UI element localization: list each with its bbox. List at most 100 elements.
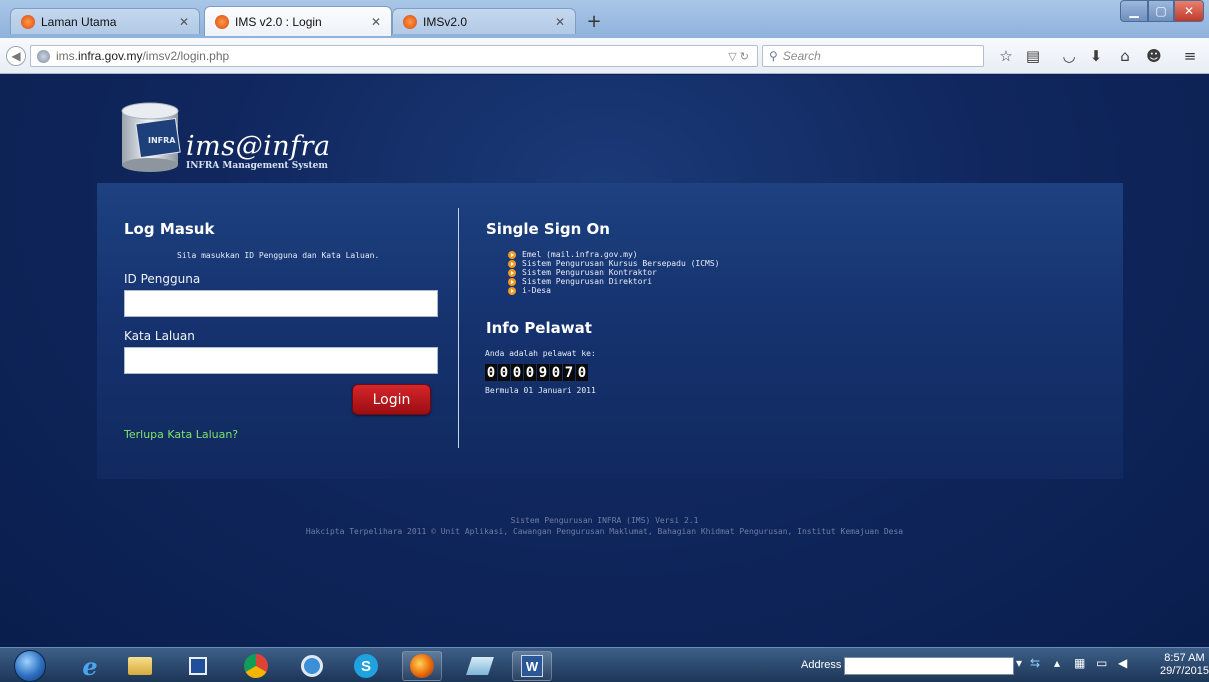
arrow-bullet-icon [508, 250, 516, 259]
tab-ims-login[interactable]: IMS v2.0 : Login ✕ [204, 6, 392, 36]
start-button[interactable] [14, 650, 46, 682]
sso-link-idesa[interactable]: i-Desa [508, 286, 719, 295]
logo-script: ims@infra [186, 131, 331, 162]
clock-time: 8:57 AM [1164, 652, 1205, 664]
visitor-since: Bermula 01 Januari 2011 [485, 386, 596, 395]
database-logo-icon: INFRA [121, 102, 181, 172]
tab-laman-utama[interactable]: Laman Utama ✕ [10, 8, 200, 34]
media-player-icon[interactable] [178, 651, 218, 681]
skype-icon[interactable]: S [346, 651, 386, 681]
counter-digit: 0 [485, 364, 497, 381]
tab-label: IMSv2.0 [423, 14, 468, 29]
sso-link-direktori[interactable]: Sistem Pengurusan Direktori [508, 277, 719, 286]
action-center-icon[interactable]: ▦ [1074, 656, 1085, 670]
file-explorer-icon[interactable] [120, 651, 160, 681]
sso-heading: Single Sign On [486, 220, 610, 238]
downloads-icon[interactable]: ⬇ [1087, 47, 1105, 65]
show-hidden-icons[interactable]: ▴ [1054, 656, 1060, 670]
panel-divider [458, 208, 459, 448]
sso-link-icms[interactable]: Sistem Pengurusan Kursus Bersepadu (ICMS… [508, 259, 719, 268]
url-domain: infra.gov.my [78, 49, 143, 63]
firefox-favicon-icon [21, 14, 35, 29]
sso-link-label: Sistem Pengurusan Kursus Bersepadu (ICMS… [522, 259, 720, 268]
back-button[interactable]: ◀ [6, 46, 26, 66]
password-input[interactable] [124, 347, 438, 374]
site-info-icon[interactable] [37, 49, 50, 63]
arrow-bullet-icon [508, 277, 516, 286]
system-clock[interactable]: 8:57 AM 29/7/2015 [1160, 652, 1209, 678]
menu-icon[interactable]: ≡ [1181, 47, 1199, 65]
bookmark-star-icon[interactable]: ☆ [997, 47, 1015, 65]
search-input[interactable]: ⚲ Search [762, 45, 984, 67]
url-bar[interactable]: ims. infra.gov.my /imsv2/login.php ▽ ↻ [30, 45, 758, 67]
logo-subtitle: INFRA Management System [186, 161, 328, 171]
maximize-button[interactable]: ▢ [1148, 0, 1174, 22]
sso-link-list: Emel (mail.infra.gov.my) Sistem Pengurus… [508, 250, 719, 295]
sso-link-email[interactable]: Emel (mail.infra.gov.my) [508, 250, 719, 259]
sso-link-label: Emel (mail.infra.gov.my) [522, 250, 638, 259]
visitor-counter: 0 0 0 0 9 0 7 0 [485, 364, 588, 381]
clock-date: 29/7/2015 [1160, 665, 1209, 677]
reload-icon[interactable]: ▽ ↻ [728, 50, 749, 63]
password-label: Kata Laluan [124, 329, 195, 343]
firefox-favicon-icon [215, 14, 229, 29]
sso-link-label: i-Desa [522, 286, 551, 295]
network-icon[interactable]: ▭ [1096, 656, 1107, 670]
target-app-icon[interactable] [292, 651, 332, 681]
url-prefix: ims. [56, 49, 78, 63]
sso-link-label: Sistem Pengurusan Kontraktor [522, 268, 657, 277]
login-button[interactable]: Login [352, 384, 431, 415]
arrow-bullet-icon [508, 286, 516, 295]
tab-label: Laman Utama [41, 14, 117, 29]
footer-copyright: Hakcipta Terpelihara 2011 © Unit Aplikas… [305, 527, 904, 536]
close-tab-icon[interactable]: ✕ [371, 15, 381, 29]
arrow-bullet-icon [508, 268, 516, 277]
notes-app-icon[interactable] [460, 651, 500, 681]
close-tab-icon[interactable]: ✕ [555, 15, 565, 29]
sso-link-kontraktor[interactable]: Sistem Pengurusan Kontraktor [508, 268, 719, 277]
counter-digit: 0 [550, 364, 562, 381]
counter-digit: 7 [563, 364, 575, 381]
address-go-icon[interactable]: ⇆ [1030, 656, 1040, 670]
close-tab-icon[interactable]: ✕ [179, 15, 189, 29]
close-window-button[interactable]: ✕ [1174, 0, 1204, 22]
home-icon[interactable]: ⌂ [1116, 47, 1134, 65]
login-panel [97, 183, 1123, 479]
pocket-icon[interactable]: ◡ [1060, 47, 1078, 65]
address-toolbar-label: Address [801, 659, 842, 671]
search-placeholder: Search [782, 49, 821, 63]
new-tab-button[interactable]: + [582, 10, 606, 32]
browser-tab-strip: Laman Utama ✕ IMS v2.0 : Login ✕ IMSv2.0… [0, 0, 1209, 38]
chrome-icon[interactable] [236, 651, 276, 681]
firefox-taskbar-icon[interactable] [402, 651, 442, 681]
volume-icon[interactable]: ◀ [1118, 656, 1127, 670]
login-page: INFRA ims@infra INFRA Management System … [0, 75, 1209, 647]
counter-digit: 0 [576, 364, 588, 381]
minimize-button[interactable]: ▁ [1120, 0, 1148, 22]
tab-label: IMS v2.0 : Login [235, 14, 322, 29]
navigation-bar: ◀ ims. infra.gov.my /imsv2/login.php ▽ ↻… [0, 38, 1209, 74]
url-path: /imsv2/login.php [142, 49, 230, 63]
counter-digit: 9 [537, 364, 549, 381]
windows-taskbar: e S W Address ▾ ⇆ ▴ ▦ ▭ ◀ 8:57 AM 29/7/2… [0, 647, 1209, 682]
internet-explorer-icon[interactable]: e [70, 651, 110, 681]
firefox-favicon-icon [403, 14, 417, 29]
footer-version: Sistem Pengurusan INFRA (IMS) Versi 2.1 [510, 516, 699, 525]
sso-link-label: Sistem Pengurusan Direktori [522, 277, 653, 286]
visitor-heading: Info Pelawat [486, 319, 592, 337]
login-heading: Log Masuk [124, 220, 215, 238]
forgot-password-link[interactable]: Terlupa Kata Laluan? [124, 428, 238, 441]
username-input[interactable] [124, 290, 438, 317]
logo-badge: INFRA [148, 136, 176, 145]
reading-list-icon[interactable]: ▤ [1024, 47, 1042, 65]
username-label: ID Pengguna [124, 272, 201, 286]
word-icon[interactable]: W [512, 651, 552, 681]
visitor-intro: Anda adalah pelawat ke: [485, 349, 596, 358]
hello-chat-icon[interactable]: ☻ [1145, 47, 1163, 65]
address-toolbar-input[interactable] [844, 657, 1014, 675]
counter-digit: 0 [524, 364, 536, 381]
search-icon: ⚲ [769, 49, 778, 63]
counter-digit: 0 [511, 364, 523, 381]
address-dropdown-icon[interactable]: ▾ [1016, 656, 1022, 670]
tab-imsv2[interactable]: IMSv2.0 ✕ [392, 8, 576, 34]
